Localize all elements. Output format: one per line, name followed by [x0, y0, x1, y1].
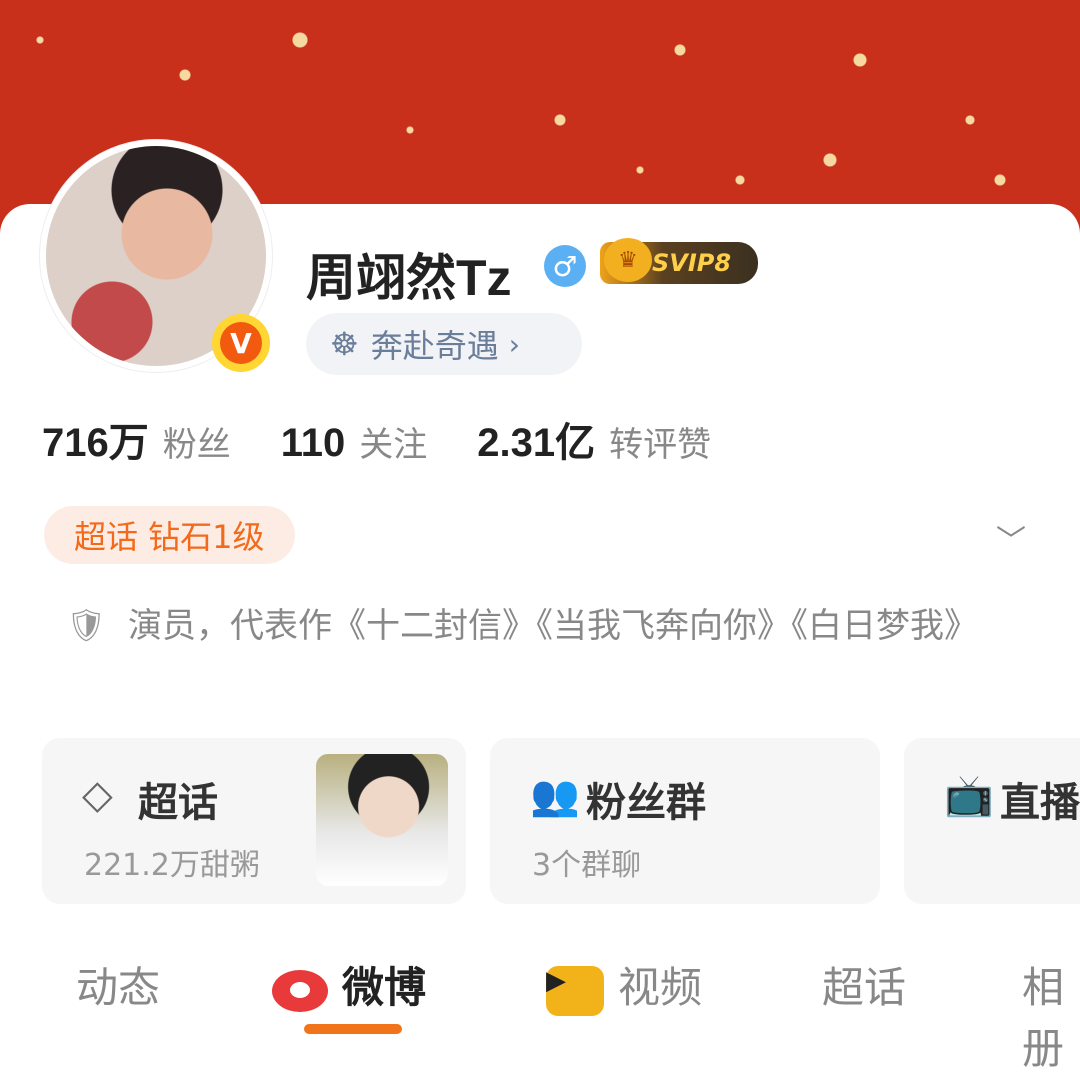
stat-interactions[interactable]: 2.31亿 转评赞	[477, 410, 711, 468]
profile-tabs: 动态 微博 ▶ 视频 超话 相册	[0, 940, 1080, 1073]
tile-subtitle: 221.2万甜粥	[84, 848, 260, 883]
tile-title: 粉丝群	[586, 780, 706, 826]
profile-name: 周翊然Tz	[306, 250, 512, 306]
play-icon: ▶	[546, 965, 604, 1016]
tab-label: 视频	[618, 963, 703, 1012]
live-tile[interactable]: 📺 直播	[904, 738, 1080, 904]
profile-bio: 演员，代表作《十二封信》《当我飞奔向你》《白日梦我》	[128, 606, 978, 646]
shield-icon: 🛡	[66, 606, 107, 644]
chevron-right-icon: ›	[508, 327, 520, 361]
stat-label: 关注	[359, 425, 428, 465]
stat-value: 716万	[42, 421, 149, 465]
qiyu-label: 奔赴奇遇	[370, 327, 499, 365]
tile-title: 直播	[1000, 780, 1080, 826]
supertopic-level-badge[interactable]: 超话 钻石1级	[44, 506, 295, 564]
qiyu-button[interactable]: ☸ 奔赴奇遇 ›	[306, 313, 582, 375]
stat-following[interactable]: 110 关注	[281, 417, 428, 466]
ship-wheel-icon: ☸	[330, 325, 359, 363]
tile-title: 超话	[138, 780, 218, 826]
tab-dynamics[interactable]: 动态	[76, 954, 160, 1015]
tab-video[interactable]: ▶ 视频	[546, 954, 702, 1016]
weibo-logo-icon	[272, 969, 328, 1012]
supertopic-thumbnail	[316, 754, 448, 886]
verified-badge: V	[212, 314, 270, 372]
crown-icon: ♛	[604, 238, 652, 282]
tv-icon: 📺	[944, 773, 994, 819]
stat-value: 110	[280, 421, 346, 465]
svip-label: SVIP8	[652, 249, 732, 277]
chevron-down-icon[interactable]: ﹀	[996, 516, 1032, 559]
tab-weibo[interactable]: 微博	[272, 954, 426, 1015]
stat-followers[interactable]: 716万 粉丝	[42, 410, 231, 468]
active-tab-indicator	[304, 1024, 402, 1034]
stat-value: 2.31亿	[477, 421, 596, 465]
tile-subtitle: 3个群聊	[532, 848, 642, 883]
supertopic-tile[interactable]: ◇ 超话 221.2万甜粥	[42, 738, 466, 904]
stat-label: 粉丝	[162, 425, 231, 465]
stat-label: 转评赞	[609, 425, 712, 465]
verified-icon: V	[220, 322, 262, 364]
svip-badge[interactable]: ♛ SVIP8	[600, 238, 758, 284]
tab-label: 微博	[342, 963, 427, 1012]
profile-stats: 716万 粉丝 110 关注 2.31亿 转评赞	[42, 410, 761, 468]
group-icon: 👥	[530, 773, 580, 819]
diamond-icon: ◇	[82, 772, 113, 818]
gender-male-icon: ♂	[544, 245, 586, 287]
tab-supertopic[interactable]: 超话	[822, 954, 906, 1015]
tab-album[interactable]: 相册	[1022, 954, 1080, 1076]
fangroup-tile[interactable]: 👥 粉丝群 3个群聊	[490, 738, 880, 904]
